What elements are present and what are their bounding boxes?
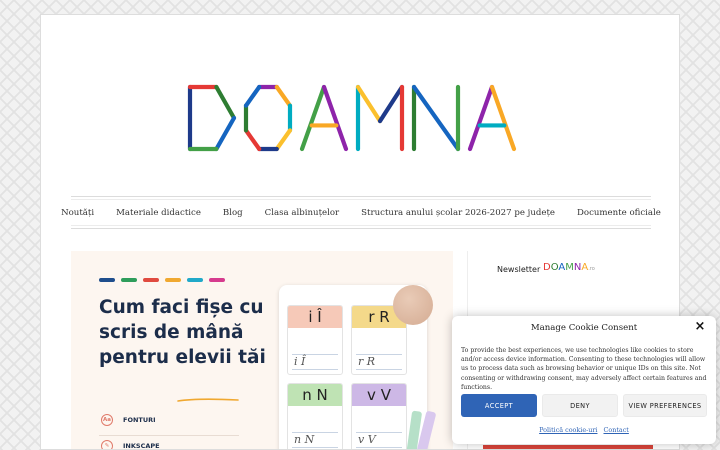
newsletter-brand-text: DOAMNA.ro [543, 262, 595, 272]
cookie-consent-dialog: Manage Cookie Consent × To provide the b… [452, 316, 716, 444]
logo-pencil-stroke [214, 115, 237, 152]
logo-pencil-stroke [243, 84, 262, 108]
cookie-policy-link[interactable]: Politică cookie-uri [539, 426, 597, 434]
tag-label: INKSCAPE [123, 442, 160, 450]
sidebar-image-edge [483, 445, 653, 449]
yarn-ball-decoration [393, 285, 433, 325]
letter-card: n N n N [287, 383, 343, 449]
tag-inkscape: ✎ INKSCAPE [101, 440, 160, 450]
letter-card-heading: i Î [288, 306, 342, 328]
letter-card: v V v V [351, 383, 407, 449]
script-letters: n N [294, 433, 315, 446]
tag-divider [99, 435, 239, 436]
logo-pencil-stroke [274, 128, 293, 152]
newsletter-brand-logo: DOAMNA.ro [543, 262, 595, 272]
logo-pencil-stroke [321, 84, 349, 152]
title-underline-decoration [177, 398, 239, 402]
contact-link[interactable]: Contact [603, 426, 628, 434]
logo-pencil-stroke [467, 84, 495, 152]
nav-item-structura-anului-scolar[interactable]: Structura anului școlar 2026-2027 pe jud… [350, 208, 566, 218]
pen-icon: ✎ [101, 440, 113, 449]
deny-button[interactable]: DENY [542, 394, 618, 417]
featured-post-title[interactable]: Cum faci fișe cu scris de mână pentru el… [99, 295, 269, 370]
nav-item-noutati[interactable]: Noutăți [50, 208, 105, 218]
script-letters: i Î [294, 355, 306, 368]
tag-label: FONTURI [123, 416, 156, 424]
nav-item-documente-oficiale[interactable]: Documente oficiale [566, 208, 672, 218]
nav-item-clasa-albinutelor[interactable]: Clasa albinuțelor [254, 208, 350, 218]
logo-pencil-stroke [243, 128, 262, 152]
color-dash-4 [165, 278, 181, 282]
color-dash-5 [187, 278, 203, 282]
accept-button[interactable]: ACCEPT [461, 394, 537, 417]
nav-divider-top [71, 199, 651, 200]
featured-post-image[interactable]: Cum faci fișe cu scris de mână pentru el… [71, 251, 453, 450]
logo-pencil-stroke [299, 84, 327, 152]
cookie-dialog-text: To provide the best experiences, we use … [461, 347, 707, 391]
color-dash-3 [143, 278, 159, 282]
font-icon: Aa [101, 414, 113, 426]
main-navigation: Noutăți Materiale didactice Blog Clasa a… [61, 196, 661, 229]
nav-item-materiale-didactice[interactable]: Materiale didactice [105, 208, 212, 218]
logo-pencil-stroke [214, 84, 237, 121]
script-letters: v V [358, 433, 376, 446]
color-dash-6 [209, 278, 225, 282]
cookie-dialog-title: Manage Cookie Consent [530, 323, 638, 333]
site-logo[interactable] [186, 77, 536, 161]
logo-pencil-stroke [489, 84, 517, 152]
logo-pencil-stroke [274, 84, 293, 108]
letter-card: i Î i Î [287, 305, 343, 375]
script-letters: r R [358, 355, 376, 368]
logo-graphic [187, 84, 517, 152]
tag-fonturi: Aa FONTURI [101, 414, 156, 426]
color-dash-1 [99, 278, 115, 282]
nav-item-blog[interactable]: Blog [212, 208, 254, 218]
close-icon[interactable]: × [694, 320, 706, 333]
cookie-dialog-links: Politică cookie-uri Contact [452, 426, 716, 434]
newsletter-widget-title: Newsletter DOAMNA.ro [497, 260, 599, 274]
nav-divider-bottom [71, 225, 651, 226]
letter-card-heading: v V [352, 384, 406, 406]
letter-card-heading: n N [288, 384, 342, 406]
logo-pencil-stroke [355, 84, 383, 124]
logo-pencil-stroke [377, 84, 405, 124]
view-preferences-button[interactable]: VIEW PREFERENCES [623, 394, 707, 417]
logo-pencil-stroke [411, 84, 461, 152]
newsletter-label: Newsletter [497, 265, 541, 274]
color-dash-2 [121, 278, 137, 282]
